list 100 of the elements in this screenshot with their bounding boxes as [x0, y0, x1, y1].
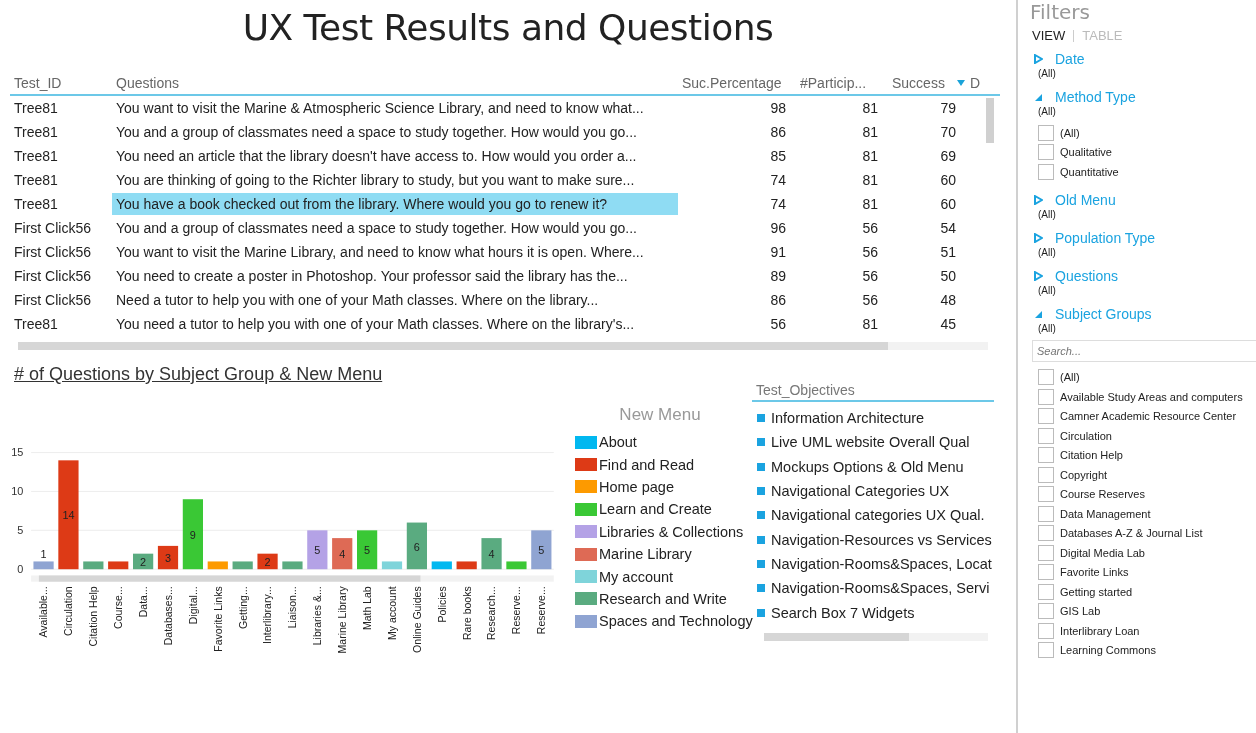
option-label[interactable]: Getting started: [1060, 585, 1133, 598]
checkbox[interactable]: [1038, 525, 1054, 542]
checkbox[interactable]: [1038, 144, 1054, 161]
option-label[interactable]: Course Reserves: [1060, 488, 1145, 501]
option-label[interactable]: Favorite Links: [1060, 566, 1129, 579]
chart-heading: # of Questions by Subject Group & New Menu: [14, 364, 383, 385]
checkbox[interactable]: [1038, 124, 1054, 141]
list-item[interactable]: Navigational Categories UX: [771, 483, 950, 500]
list-item[interactable]: Navigation-Rooms&Spaces, Locat: [771, 555, 992, 572]
table-cell-text: 86: [769, 292, 787, 308]
option-label[interactable]: Citation Help: [1060, 449, 1123, 462]
table-cell-text: Tree81: [13, 316, 59, 332]
data-label: 5: [538, 544, 545, 557]
column-header[interactable]: D: [970, 75, 981, 91]
checkbox[interactable]: [1038, 447, 1054, 464]
table-cell-text: First Click56: [13, 220, 92, 236]
table-cell-text: You are thinking of going to the Richter library to study, but you want to make sure...: [115, 172, 636, 188]
table-cell-text: 69: [939, 148, 957, 164]
table-cell-text: 74: [769, 196, 787, 212]
table-cell-text: 60: [939, 196, 957, 212]
option-label[interactable]: Digital Media Lab: [1060, 546, 1145, 559]
column-header[interactable]: Questions: [116, 75, 180, 91]
checkbox[interactable]: [1038, 466, 1054, 483]
bar[interactable]: [357, 530, 378, 570]
axis-category-label: Rare books: [460, 586, 473, 641]
table-cell-text: 96: [769, 220, 787, 236]
table-cell-text: 74: [769, 172, 787, 188]
checkbox[interactable]: [1038, 622, 1054, 639]
checkbox[interactable]: [1038, 505, 1054, 522]
table-cell-text: 81: [861, 172, 879, 188]
legend-label: My account: [599, 568, 674, 585]
expand-icon[interactable]: [1033, 194, 1043, 205]
list-item[interactable]: Information Architecture: [771, 410, 925, 427]
bar[interactable]: [332, 538, 353, 570]
column-header[interactable]: Success: [892, 75, 945, 91]
bar[interactable]: [133, 553, 154, 570]
bar[interactable]: [531, 530, 552, 570]
table-cell-text: You and a group of classmates need a space to study together. How would you go...: [115, 220, 638, 236]
table-cell-text: You need a tutor to help you with one of your Math classes. Where on the library's...: [115, 316, 636, 332]
checkbox[interactable]: [1038, 427, 1054, 444]
option-label[interactable]: (All): [1060, 126, 1080, 139]
bar[interactable]: [481, 538, 502, 570]
bullet-icon: [757, 584, 765, 593]
checkbox[interactable]: [1038, 408, 1054, 425]
scrollbar[interactable]: [18, 342, 988, 350]
checkbox[interactable]: [1038, 388, 1054, 405]
list-item[interactable]: Search Box 7 Widgets: [771, 604, 915, 621]
expand-icon[interactable]: [1033, 270, 1043, 281]
list-item[interactable]: Navigational categories UX Qual.: [771, 507, 985, 524]
axis-category-label: Available...: [37, 586, 50, 638]
tab[interactable]: VIEW: [1032, 28, 1066, 43]
option-label[interactable]: (All): [1060, 371, 1080, 384]
bar[interactable]: [307, 530, 328, 570]
option-label[interactable]: Data Management: [1060, 507, 1151, 520]
option-label[interactable]: Copyright: [1060, 468, 1108, 481]
scrollbar[interactable]: [764, 632, 988, 641]
option-label[interactable]: Quantitative: [1060, 165, 1119, 178]
data-label: 2: [140, 556, 147, 569]
option-label[interactable]: Camner Academic Resource Center: [1060, 410, 1237, 423]
bar[interactable]: [406, 522, 427, 570]
axis-category-label: Circulation: [62, 586, 75, 636]
bullet-icon: [757, 511, 765, 520]
checkbox[interactable]: [1038, 486, 1054, 503]
column-header[interactable]: Suc.Percentage: [682, 75, 782, 91]
option-label[interactable]: GIS Lab: [1060, 605, 1101, 618]
option-label[interactable]: Databases A-Z & Journal List: [1060, 527, 1203, 540]
column-header[interactable]: Test_ID: [14, 75, 62, 91]
checkbox[interactable]: [1038, 603, 1054, 620]
checkbox[interactable]: [1038, 369, 1054, 386]
collapse-icon[interactable]: [1033, 92, 1043, 102]
search-field[interactable]: Search...: [1032, 339, 1256, 362]
checkbox[interactable]: [1038, 544, 1054, 561]
filter-value: (All): [1037, 284, 1057, 296]
option-label[interactable]: Circulation: [1060, 429, 1112, 442]
column-header[interactable]: #Particip...: [800, 75, 867, 91]
table-cell-text: 81: [861, 124, 879, 140]
table-cell-text: 56: [861, 220, 879, 236]
bar[interactable]: [257, 553, 278, 570]
data-label: 3: [164, 552, 172, 565]
expand-icon[interactable]: [1033, 232, 1043, 243]
checkbox[interactable]: [1038, 583, 1054, 600]
option-label[interactable]: Qualitative: [1060, 146, 1112, 159]
list-item[interactable]: Live UML website Overall Qual: [771, 434, 970, 451]
checkbox[interactable]: [1038, 163, 1054, 180]
axis-category-label: Liaison...: [286, 586, 299, 629]
bar[interactable]: [157, 545, 179, 570]
axis-category-label: My account: [385, 586, 398, 641]
axis-tick-label: 15: [11, 446, 24, 459]
list-heading: Test_Objectives: [752, 382, 994, 402]
option-label[interactable]: Learning Commons: [1060, 644, 1156, 657]
expand-icon[interactable]: [1033, 54, 1043, 64]
checkbox[interactable]: [1038, 564, 1054, 581]
checkbox[interactable]: [1038, 642, 1054, 659]
list-item[interactable]: Navigation-Rooms&Spaces, Servi: [771, 580, 990, 597]
list-item[interactable]: Navigation-Resources vs Services: [771, 531, 992, 548]
option-label[interactable]: Interlibrary Loan: [1060, 624, 1140, 637]
option-label[interactable]: Available Study Areas and computers: [1060, 390, 1243, 403]
scrollbar[interactable]: [31, 575, 554, 582]
list-item[interactable]: Mockups Options & Old Menu: [771, 458, 964, 475]
bullet-icon: [757, 487, 765, 496]
